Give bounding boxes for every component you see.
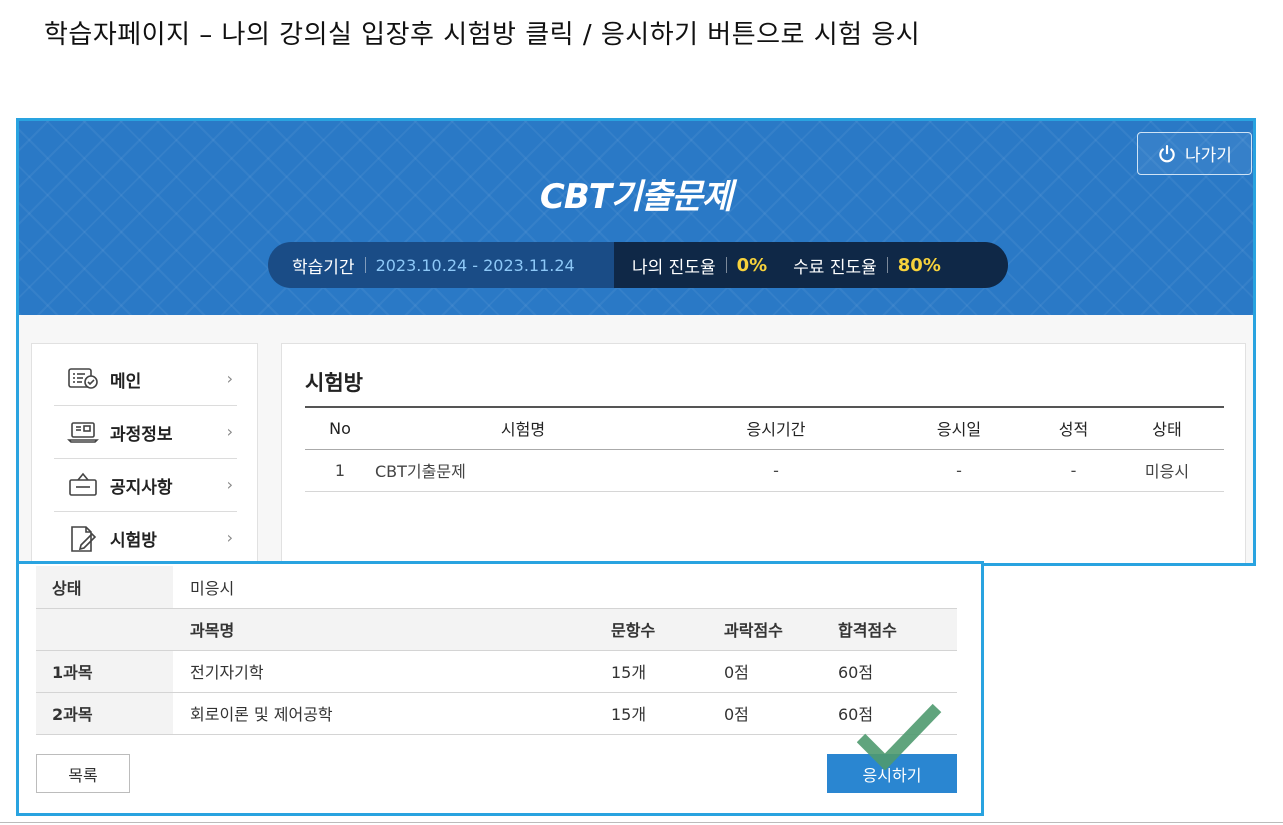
chevron-right-icon: › bbox=[226, 528, 233, 547]
course-page-frame: CBT기출문제 나가기 학습기간 2023.10.24 - 2023.11.24… bbox=[16, 118, 1256, 566]
period-value: 2023.10.24 - 2023.11.24 bbox=[375, 255, 575, 275]
column-header: 과락점수 bbox=[724, 608, 838, 651]
sidebar-item-main[interactable]: 메인 › bbox=[54, 353, 237, 406]
column-header: No bbox=[305, 406, 375, 450]
exam-detail-table: 상태 미응시 과목명 문항수 과락점수 합격점수 1과목 전기자기학 15개 0… bbox=[36, 566, 957, 735]
sidebar-item-label: 시험방 bbox=[110, 531, 157, 551]
subject-label: 2과목 bbox=[36, 692, 173, 735]
subject-header-row: 과목명 문항수 과락점수 합격점수 bbox=[36, 608, 957, 651]
sidebar-item-course-info[interactable]: 과정정보 › bbox=[54, 406, 237, 459]
pass-score: 60점 bbox=[838, 650, 957, 693]
exam-date: - bbox=[881, 449, 1037, 492]
column-header: 응시기간 bbox=[671, 406, 881, 450]
exit-label: 나가기 bbox=[1185, 146, 1232, 166]
status-row: 상태 미응시 bbox=[36, 566, 957, 609]
my-progress-value: 0% bbox=[736, 254, 768, 276]
document-edit-icon bbox=[66, 524, 100, 554]
pass-score: 60점 bbox=[838, 692, 957, 735]
list-button[interactable]: 목록 bbox=[36, 754, 130, 793]
exam-room-panel: 시험방 No 시험명 응시기간 응시일 성적 상태 1 CBT기출문제 - - … bbox=[281, 343, 1246, 563]
completion-label: 수료 진도율 bbox=[793, 257, 877, 278]
sidebar-item-exam-room[interactable]: 시험방 › bbox=[54, 512, 237, 563]
take-exam-button[interactable]: 응시하기 bbox=[827, 754, 957, 793]
subject-label: 1과목 bbox=[36, 650, 173, 693]
table-row: 2과목 회로이론 및 제어공학 15개 0점 60점 bbox=[36, 692, 957, 735]
status-value: 미응시 bbox=[173, 566, 957, 609]
chevron-right-icon: › bbox=[226, 422, 233, 441]
sidebar-item-label: 공지사항 bbox=[110, 477, 173, 498]
course-title: CBT기출문제 bbox=[539, 177, 733, 217]
exam-period: - bbox=[671, 449, 881, 492]
completion-value: 80% bbox=[897, 254, 941, 276]
period-label: 학습기간 bbox=[292, 257, 355, 278]
fail-score: 0점 bbox=[724, 650, 838, 693]
sidebar-item-label: 과정정보 bbox=[110, 424, 173, 445]
chevron-right-icon: › bbox=[226, 475, 233, 494]
column-header: 과목명 bbox=[173, 608, 611, 651]
exit-button[interactable]: 나가기 bbox=[1137, 132, 1252, 175]
table-header-row: No 시험명 응시기간 응시일 성적 상태 bbox=[305, 406, 1224, 450]
column-header: 상태 bbox=[1110, 406, 1224, 450]
caption-text: 학습자페이지 – 나의 강의실 입장후 시험방 클릭 / 응시하기 버튼으로 시… bbox=[44, 20, 921, 50]
exam-detail-frame: 상태 미응시 과목명 문항수 과락점수 합격점수 1과목 전기자기학 15개 0… bbox=[16, 561, 984, 816]
page-title: 시험방 bbox=[305, 371, 363, 395]
status-label: 상태 bbox=[36, 566, 173, 609]
exam-table: No 시험명 응시기간 응시일 성적 상태 1 CBT기출문제 - - - 미응… bbox=[305, 406, 1224, 492]
fail-score: 0점 bbox=[724, 692, 838, 735]
column-header: 시험명 bbox=[375, 406, 671, 450]
sidebar: 메인 › 과정정보 › 공지사항 › 시험방 › bbox=[31, 343, 258, 563]
column-header: 성적 bbox=[1037, 406, 1110, 450]
chevron-right-icon: › bbox=[226, 369, 233, 388]
exam-no: 1 bbox=[305, 449, 375, 492]
column-header: 합격점수 bbox=[838, 608, 957, 651]
table-row[interactable]: 1 CBT기출문제 - - - 미응시 bbox=[305, 449, 1224, 492]
sidebar-item-notice[interactable]: 공지사항 › bbox=[54, 459, 237, 512]
my-progress-label: 나의 진도율 bbox=[632, 257, 716, 278]
column-header: 문항수 bbox=[611, 608, 724, 651]
table-row: 1과목 전기자기학 15개 0점 60점 bbox=[36, 650, 957, 693]
sidebar-item-label: 메인 bbox=[110, 371, 142, 392]
power-icon bbox=[1157, 144, 1177, 164]
laptop-icon bbox=[66, 417, 100, 447]
notice-board-icon bbox=[66, 470, 100, 500]
list-check-icon bbox=[66, 364, 100, 394]
question-count: 15개 bbox=[611, 650, 724, 693]
divider bbox=[0, 822, 1283, 823]
exam-name-link[interactable]: CBT기출문제 bbox=[375, 449, 671, 492]
progress-bar: 학습기간 2023.10.24 - 2023.11.24 나의 진도율 0% 수… bbox=[268, 242, 1008, 288]
exam-status: 미응시 bbox=[1110, 449, 1224, 492]
course-header: CBT기출문제 나가기 학습기간 2023.10.24 - 2023.11.24… bbox=[19, 121, 1253, 315]
column-header: 응시일 bbox=[881, 406, 1037, 450]
subject-name: 전기자기학 bbox=[173, 650, 611, 693]
question-count: 15개 bbox=[611, 692, 724, 735]
exam-score: - bbox=[1037, 449, 1110, 492]
subject-name: 회로이론 및 제어공학 bbox=[173, 692, 611, 735]
